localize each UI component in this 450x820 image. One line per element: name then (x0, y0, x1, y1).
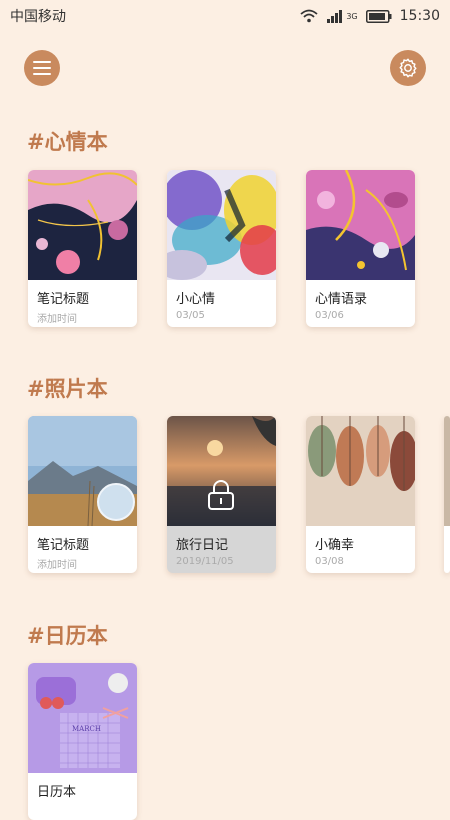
notebook-cover-image (28, 170, 137, 280)
section-title-calendar: #日历本 (27, 624, 108, 648)
notebook-cover-image (444, 416, 450, 526)
card-date: 添加时间 (37, 560, 77, 571)
card-title: 小确幸 (315, 538, 355, 553)
card-title: 旅行日记 (176, 538, 229, 553)
notebook-cover-image (306, 170, 415, 280)
notebook-cover-image (167, 170, 276, 280)
menu-button[interactable] (24, 50, 60, 86)
notebook-card-partial[interactable] (444, 416, 450, 573)
notebook-card[interactable]: 小心情 03/05 (167, 170, 276, 327)
calendar-month-label: MARCH (72, 725, 101, 733)
settings-button[interactable] (390, 50, 426, 86)
notebook-card[interactable]: 笔记标题 添加时间 (28, 416, 137, 573)
card-title: 心情语录 (315, 292, 368, 307)
status-icons: 3G 15:30 (300, 8, 440, 24)
card-title: 笔记标题 (37, 292, 90, 307)
notebook-card[interactable]: 小确幸 03/08 (306, 416, 415, 573)
wifi-icon (300, 9, 318, 23)
card-date: 03/06 (315, 310, 344, 321)
notebook-cover-image (28, 416, 137, 526)
carrier-label: 中国移动 (10, 9, 66, 25)
notebook-cover-image (306, 416, 415, 526)
section-title-mood: #心情本 (27, 130, 108, 154)
gear-icon (399, 58, 417, 78)
clock-label: 15:30 (399, 8, 440, 24)
lock-icon (208, 480, 234, 510)
status-bar: 中国移动 3G 15:30 (0, 0, 450, 32)
card-date: 03/05 (176, 310, 205, 321)
card-date: 2019/11/05 (176, 556, 234, 567)
notebook-card-locked[interactable]: 旅行日记 2019/11/05 (167, 416, 276, 573)
battery-icon (365, 9, 392, 23)
notebook-card[interactable]: 心情语录 03/06 (306, 170, 415, 327)
signal-icon (327, 10, 343, 23)
card-title: 日历本 (37, 785, 77, 800)
card-date: 添加时间 (37, 314, 77, 325)
notebook-cover-image: MARCH (28, 663, 137, 773)
notebook-card[interactable]: MARCH 日历本 (28, 663, 137, 820)
card-title: 小心情 (176, 292, 216, 307)
card-date: 03/08 (315, 556, 344, 567)
card-title: 笔记标题 (37, 538, 90, 553)
network-label: 3G (346, 11, 358, 21)
menu-icon (33, 61, 51, 75)
notebook-card[interactable]: 笔记标题 添加时间 (28, 170, 137, 327)
section-title-photo: #照片本 (27, 377, 108, 401)
